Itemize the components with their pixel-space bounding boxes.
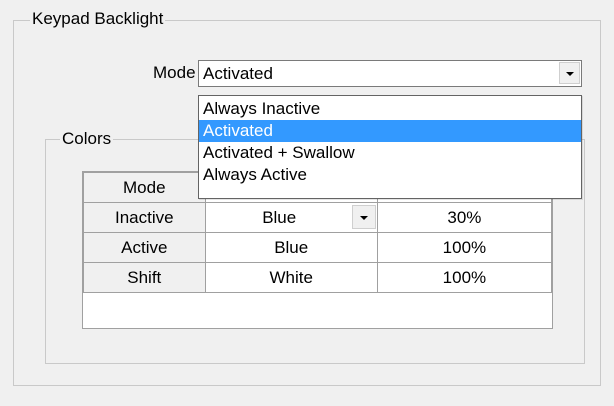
color-cell-select[interactable]: Blue <box>204 202 378 233</box>
colors-title: Colors <box>60 129 114 149</box>
row-label: Shift <box>83 262 206 293</box>
mode-option[interactable]: Activated <box>199 120 581 142</box>
header-mode-cell: Mode <box>83 172 206 203</box>
keypad-backlight-title: Keypad Backlight <box>30 9 166 29</box>
table-row: Shift White 100% <box>83 262 553 293</box>
color-value: White <box>269 267 313 287</box>
chevron-down-icon <box>565 72 574 76</box>
table-row: Active Blue 100% <box>83 232 553 263</box>
color-dropdown-button[interactable] <box>351 205 376 229</box>
mode-select-value: Activated <box>203 64 273 83</box>
mode-dropdown-list: Always Inactive Activated Activated + Swal… <box>198 95 582 199</box>
mode-option[interactable]: Always Active <box>199 164 581 186</box>
mode-select[interactable]: Activated <box>198 60 582 87</box>
color-cell[interactable]: Blue <box>204 232 378 263</box>
mode-select-dropdown-button[interactable] <box>559 62 580 84</box>
mode-label: Mode <box>153 63 196 82</box>
table-row: Inactive Blue 30% <box>83 202 553 233</box>
percent-cell[interactable]: 30% <box>376 202 553 233</box>
row-label: Inactive <box>83 202 206 233</box>
mode-option[interactable]: Always Inactive <box>199 98 581 120</box>
percent-cell[interactable]: 100% <box>376 232 553 263</box>
color-value: Blue <box>262 207 297 227</box>
mode-option[interactable]: Activated + Swallow <box>199 142 581 164</box>
chevron-down-icon <box>359 216 368 220</box>
percent-cell[interactable]: 100% <box>376 262 553 293</box>
color-cell[interactable]: White <box>204 262 378 293</box>
row-label: Active <box>83 232 206 263</box>
color-value: Blue <box>274 237 309 257</box>
